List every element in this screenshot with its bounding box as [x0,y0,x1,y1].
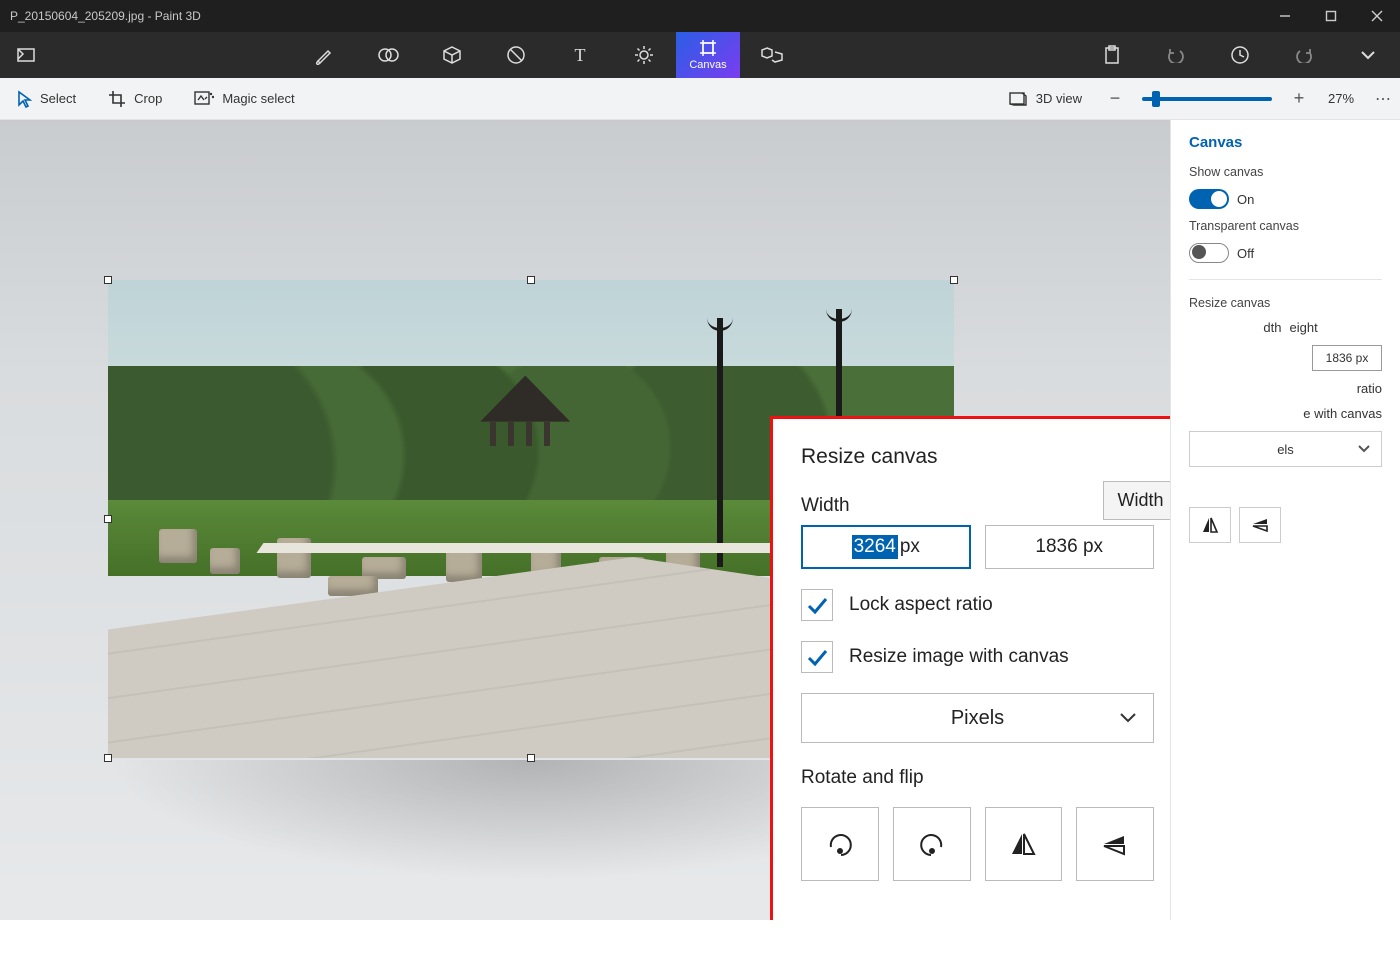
magic-select-tool[interactable]: Magic select [178,78,310,119]
minimize-button[interactable] [1262,0,1308,32]
show-canvas-label: Show canvas [1189,165,1382,179]
3d-library-tab[interactable] [740,32,804,78]
undo-button[interactable] [1144,32,1208,78]
height-unit: px [1083,536,1103,558]
select-label: Select [40,91,76,106]
popup-title: Resize canvas [801,445,1154,469]
side-panel: Canvas Show canvas On Transparent canvas… [1170,120,1400,978]
menu-button[interactable] [0,32,52,78]
zoom-out-button[interactable]: − [1098,88,1132,109]
rotate-flip-title: Rotate and flip [801,767,1154,789]
side-height-label: eight [1290,320,1318,335]
lock-aspect-label: Lock aspect ratio [849,594,993,616]
side-unit-select[interactable]: els [1189,431,1382,467]
width-tooltip: Width [1103,481,1171,520]
crop-label: Crop [134,91,162,106]
effects-tab[interactable] [612,32,676,78]
2d-shapes-tab[interactable] [356,32,420,78]
unit-value: Pixels [951,707,1004,730]
top-toolbar: T Canvas [0,32,1400,78]
title-bar: P_20150604_205209.jpg - Paint 3D [0,0,1400,32]
side-with-canvas-label: e with canvas [1303,406,1382,421]
close-button[interactable] [1354,0,1400,32]
title-text: P_20150604_205209.jpg - Paint 3D [10,9,1262,23]
width-input[interactable]: 3264px [801,525,971,569]
redo-button[interactable] [1272,32,1336,78]
resize-handle[interactable] [527,276,535,284]
history-button[interactable] [1208,32,1272,78]
unit-select[interactable]: Pixels [801,693,1154,743]
canvas-tab-label: Canvas [689,59,726,71]
resize-handle[interactable] [104,515,112,523]
3d-view-label: 3D view [1036,91,1082,106]
magic-label: Magic select [222,91,294,106]
transparent-toggle[interactable] [1189,243,1229,263]
zoom-slider[interactable] [1142,97,1272,101]
chevron-down-icon [1119,707,1137,730]
flip-horizontal-button[interactable] [985,807,1063,881]
3d-shapes-tab[interactable] [420,32,484,78]
width-value: 3264 [852,535,898,559]
maximize-button[interactable] [1308,0,1354,32]
sub-toolbar: Select Crop Magic select 3D view − + 27%… [0,78,1400,120]
flip-vertical-button[interactable] [1076,807,1154,881]
paste-button[interactable] [1080,32,1144,78]
side-unit-value: els [1277,442,1294,457]
side-flip-h-button[interactable] [1189,507,1231,543]
resize-handle[interactable] [527,754,535,762]
side-width-label: dth [1263,320,1281,335]
resize-handle[interactable] [950,276,958,284]
canvas-viewport[interactable]: Resize canvas Width 3264px Width eight 1… [0,120,1170,978]
transparent-state: Off [1237,246,1254,261]
zoom-in-button[interactable]: + [1282,88,1316,109]
show-canvas-state: On [1237,192,1254,207]
resize-with-label: Resize image with canvas [849,646,1069,668]
zoom-value: 27% [1316,91,1366,106]
chevron-down-icon [1357,442,1371,457]
side-title: Canvas [1189,134,1382,151]
canvas-tab[interactable]: Canvas [676,32,740,78]
side-ratio-label: ratio [1357,381,1382,396]
lock-aspect-checkbox[interactable] [801,589,833,621]
resize-handle[interactable] [104,754,112,762]
3d-view-button[interactable]: 3D view [992,78,1098,119]
bottom-gap [0,920,1400,978]
main-area: Resize canvas Width 3264px Width eight 1… [0,120,1400,978]
width-label: Width [801,495,971,517]
rotate-ccw-button[interactable] [801,807,879,881]
expand-button[interactable] [1336,32,1400,78]
text-tab[interactable]: T [548,32,612,78]
transparent-label: Transparent canvas [1189,219,1382,233]
width-unit: px [900,536,920,558]
resize-with-canvas-checkbox[interactable] [801,641,833,673]
resize-handle[interactable] [104,276,112,284]
crop-tool[interactable]: Crop [92,78,178,119]
resize-canvas-label: Resize canvas [1189,296,1382,310]
show-canvas-toggle[interactable] [1189,189,1229,209]
brushes-tab[interactable] [292,32,356,78]
resize-canvas-popup: Resize canvas Width 3264px Width eight 1… [770,416,1170,978]
side-flip-v-button[interactable] [1239,507,1281,543]
side-height-input[interactable]: 1836 px [1312,345,1382,371]
rotate-cw-button[interactable] [893,807,971,881]
more-button[interactable]: ⋯ [1366,89,1400,109]
height-value: 1836 [1035,536,1077,558]
stickers-tab[interactable] [484,32,548,78]
height-input[interactable]: 1836 px [985,525,1155,569]
select-tool[interactable]: Select [0,78,92,119]
